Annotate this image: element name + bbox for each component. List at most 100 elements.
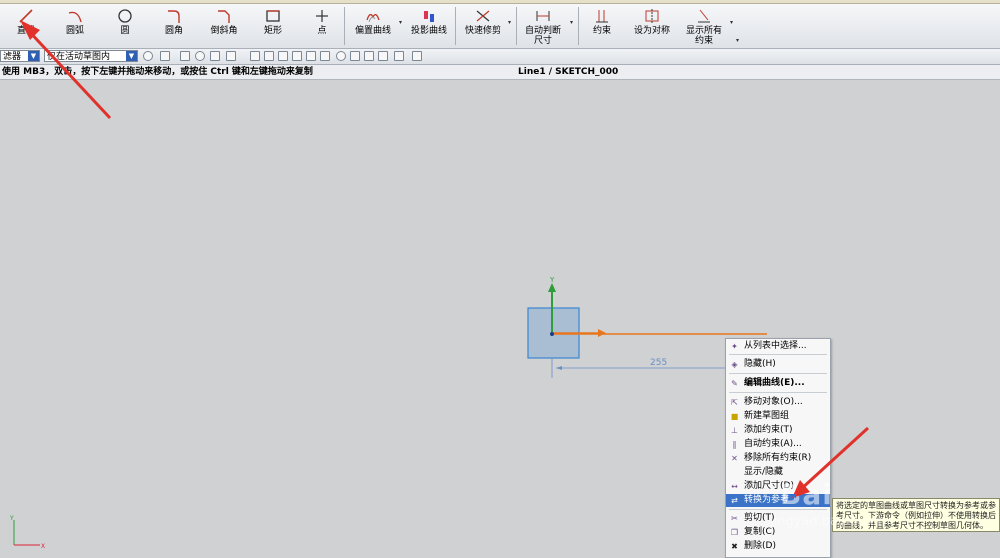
tool-fillet-label: 圆角 xyxy=(164,26,183,36)
dimension-dropdown-arrow[interactable]: ▾ xyxy=(570,20,576,26)
tool-rectangle-button[interactable]: 矩形 xyxy=(256,6,290,46)
triad-x-label: X xyxy=(41,543,45,550)
ribbon-overflow-arrow[interactable]: ▾ xyxy=(736,38,742,44)
tool-quick-trim-button[interactable]: 快速修剪 xyxy=(460,6,506,46)
menu-item-delete[interactable]: ✖ 删除(D) xyxy=(726,540,830,553)
circle-icon xyxy=(118,9,132,23)
menu-item-select-from-list[interactable]: ✦ 从列表中选择... xyxy=(726,340,830,353)
edit-curve-icon: ✎ xyxy=(731,379,738,388)
select-from-list-icon: ✦ xyxy=(731,342,738,351)
ribbon-separator xyxy=(516,7,517,45)
chamfer-icon xyxy=(218,10,230,23)
offset-dropdown-arrow[interactable]: ▾ xyxy=(399,20,405,26)
tool-arc-button[interactable]: 圆弧 xyxy=(56,6,94,46)
menu-item-hide[interactable]: ◈ 隐藏(H) xyxy=(726,358,830,371)
tool-chamfer-label: 倒斜角 xyxy=(210,26,238,36)
tool-line-label: 直线 xyxy=(16,26,35,36)
status-bar: 使用 MB3，双击，按下左键并拖动来移动，或按住 Ctrl 键和左键拖动来复制 … xyxy=(0,65,1000,80)
snap-existing-point-icon[interactable] xyxy=(378,51,388,61)
rectangle-select-icon[interactable] xyxy=(226,51,236,61)
select-all-icon[interactable] xyxy=(160,51,170,61)
tool-circle-button[interactable]: 圆 xyxy=(108,6,142,46)
show-constraints-icon xyxy=(698,9,710,23)
tool-show-constraints-button[interactable]: 显示所有 约束 xyxy=(680,6,728,46)
ribbon-separator xyxy=(344,7,345,45)
type-filter-value: 滤器 xyxy=(3,52,22,62)
new-sketch-group-icon: ■ xyxy=(730,412,739,421)
snap-line-icon[interactable] xyxy=(278,51,288,61)
delete-icon: ✖ xyxy=(731,542,738,551)
tool-offset-curve-button[interactable]: 偏置曲线 xyxy=(350,6,396,46)
dimension-value[interactable]: 255 xyxy=(650,358,667,368)
menu-item-edit-curve[interactable]: ✎ 编辑曲线(E)... xyxy=(726,377,830,390)
triad-y-label: Y xyxy=(9,515,14,522)
gear-icon[interactable] xyxy=(143,51,153,61)
tool-chamfer-button[interactable]: 倒斜角 xyxy=(204,6,244,46)
undo-icon[interactable] xyxy=(180,51,190,61)
lasso-icon[interactable] xyxy=(210,51,220,61)
tool-show-constraints-label: 显示所有 约束 xyxy=(685,26,722,46)
tool-constraint-label: 约束 xyxy=(592,26,611,36)
tool-circle-label: 圆 xyxy=(120,26,130,36)
menu-item-remove-constraints[interactable]: ✕ 移除所有约束(R) xyxy=(726,452,830,465)
snap-center-icon[interactable] xyxy=(336,51,346,61)
type-filter-select[interactable]: 滤器 ▼ xyxy=(0,50,40,62)
snap-endpoint-icon[interactable] xyxy=(264,51,274,61)
tool-auto-dimension-label: 自动判断 尺寸 xyxy=(524,26,561,46)
snap-face-icon[interactable] xyxy=(412,51,422,61)
tool-point-button[interactable]: 点 xyxy=(306,6,338,46)
ribbon-separator xyxy=(455,7,456,45)
menu-separator xyxy=(729,373,827,374)
menu-item-new-sketch-group[interactable]: ■ 新建草图组 xyxy=(726,410,830,423)
snap-tangent-icon[interactable] xyxy=(306,51,316,61)
y-axis-label: Y xyxy=(549,276,555,284)
project-curve-icon xyxy=(424,11,434,22)
move-object-icon: ⇱ xyxy=(731,398,738,407)
y-axis-arrowhead xyxy=(548,283,556,292)
menu-item-add-constraint[interactable]: ⊥ 添加约束(T) xyxy=(726,424,830,437)
graphics-window[interactable]: Y 255 Y X xyxy=(0,80,1000,558)
point-icon xyxy=(316,10,328,22)
fillet-icon xyxy=(168,10,180,23)
tool-project-curve-button[interactable]: 投影曲线 xyxy=(406,6,452,46)
sketch-canvas: Y 255 Y X xyxy=(9,276,767,550)
line-icon xyxy=(19,9,33,23)
sketch-ribbon: 直线 圆弧 圆 圆角 倒斜角 矩形 点 偏置曲线 ▾ 投影曲线 快速修剪 ▾ 自… xyxy=(0,4,1000,49)
chevron-down-icon: ▼ xyxy=(126,51,137,61)
arc-icon xyxy=(68,11,82,23)
tool-offset-curve-label: 偏置曲线 xyxy=(354,26,391,36)
convert-to-reference-icon: ⇄ xyxy=(731,496,738,505)
menu-item-move-object[interactable]: ⇱ 移动对象(O)... xyxy=(726,396,830,409)
ribbon-separator xyxy=(578,7,579,45)
snap-midpoint-icon[interactable] xyxy=(292,51,302,61)
tool-line-button[interactable]: 直线 xyxy=(8,6,44,46)
watermark-url: jingyan.baidu.com xyxy=(770,514,890,529)
snap-on-curve-icon[interactable] xyxy=(394,51,404,61)
symmetric-icon xyxy=(645,9,659,23)
hide-icon: ◈ xyxy=(731,360,738,369)
tool-rectangle-label: 矩形 xyxy=(263,26,282,36)
auto-dimension-icon xyxy=(536,11,550,21)
tool-symmetric-button[interactable]: 设为对称 xyxy=(628,6,676,46)
view-icon[interactable] xyxy=(195,51,205,61)
trim-dropdown-arrow[interactable]: ▾ xyxy=(508,20,514,26)
constraints-dropdown-arrow[interactable]: ▾ xyxy=(730,20,736,26)
x-axis-arrowhead xyxy=(598,329,606,337)
tool-fillet-button[interactable]: 圆角 xyxy=(156,6,192,46)
snap-intersection-icon[interactable] xyxy=(364,51,374,61)
chevron-down-icon: ▼ xyxy=(28,51,39,61)
snap-quadrant-icon[interactable] xyxy=(350,51,360,61)
offset-curve-icon xyxy=(366,13,380,23)
tool-point-label: 点 xyxy=(317,26,327,36)
snap-perpendicular-icon[interactable] xyxy=(320,51,330,61)
tool-symmetric-label: 设为对称 xyxy=(633,26,670,36)
selection-scope-select[interactable]: 仅在活动草图内 ▼ xyxy=(44,50,138,62)
selection-scope-value: 仅在活动草图内 xyxy=(47,52,111,62)
tool-auto-dimension-button[interactable]: 自动判断 尺寸 xyxy=(520,6,566,46)
tool-quick-trim-label: 快速修剪 xyxy=(464,26,501,36)
snap-grid-icon[interactable] xyxy=(250,51,260,61)
tool-constraint-button[interactable]: 约束 xyxy=(584,6,620,46)
menu-item-auto-constraint[interactable]: ∥ 自动约束(A)... xyxy=(726,438,830,451)
tool-arc-label: 圆弧 xyxy=(65,26,84,36)
rectangle-icon xyxy=(266,10,280,22)
